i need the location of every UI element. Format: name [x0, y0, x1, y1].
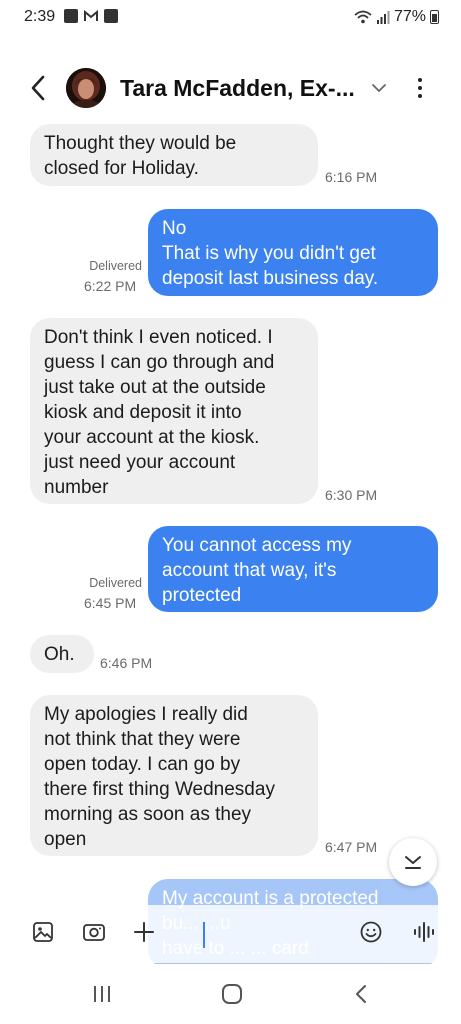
message-incoming[interactable]: Thought they would be closed for Holiday…	[30, 124, 318, 186]
battery-percent: 77%	[393, 8, 426, 25]
message-text: Oh.	[44, 644, 75, 665]
message-time: 6:30 PM	[325, 487, 378, 503]
gallery-button[interactable]	[29, 918, 57, 946]
plus-icon	[134, 922, 154, 942]
message-outgoing[interactable]: You cannot access my account that way, i…	[148, 526, 438, 612]
voice-wave-icon	[414, 922, 434, 942]
chevron-left-icon	[356, 985, 366, 1003]
scroll-down-icon	[405, 856, 421, 869]
chevron-left-icon	[31, 75, 45, 101]
battery-icon	[430, 10, 439, 24]
emoji-button[interactable]	[357, 918, 385, 946]
delivered-status: Delivered	[89, 259, 142, 273]
more-vert-icon	[418, 78, 422, 82]
message-input[interactable]	[188, 915, 364, 949]
scroll-to-bottom-button[interactable]	[389, 838, 437, 886]
status-time: 2:39	[24, 8, 56, 25]
delivered-status: Delivered	[89, 576, 142, 590]
avatar-image	[66, 68, 106, 108]
camera-button[interactable]	[80, 918, 108, 946]
message-time: 6:16 PM	[325, 169, 378, 185]
contact-name[interactable]: Tara McFadden, Ex-...	[120, 75, 355, 102]
chevron-down-icon	[372, 83, 386, 92]
system-status: 77%	[354, 8, 439, 26]
message-time: 6:47 PM	[325, 839, 378, 855]
notification-icons	[64, 9, 118, 23]
voice-button[interactable]	[410, 918, 438, 946]
camera-icon	[83, 924, 105, 941]
photo-notification-icon	[64, 9, 78, 23]
status-bar: 2:39 77%	[0, 0, 461, 34]
message-text: Thought they would be closed for Holiday…	[44, 133, 237, 179]
message-incoming[interactable]: Oh.	[30, 635, 94, 673]
wifi-icon	[354, 10, 372, 24]
message-outgoing[interactable]: No That is why you didn't get deposit la…	[148, 209, 438, 296]
message-text: My apologies I really did not think that…	[44, 704, 275, 850]
message-text: Don't think I even noticed. I guess I ca…	[44, 327, 275, 498]
home-button[interactable]	[217, 981, 247, 1007]
message-text: You cannot access my account that way, i…	[162, 535, 352, 606]
image-icon	[33, 922, 53, 942]
message-time: 6:46 PM	[100, 655, 153, 671]
recents-icon	[94, 986, 110, 1002]
navigation-bar	[0, 964, 461, 1024]
avatar[interactable]	[66, 68, 106, 108]
expand-contact-button[interactable]	[368, 78, 390, 98]
gmail-icon	[84, 9, 98, 23]
message-time: 6:22 PM	[84, 278, 137, 294]
system-back-button[interactable]	[346, 981, 376, 1007]
message-text: No That is why you didn't get deposit la…	[162, 218, 379, 289]
add-attachment-button[interactable]	[130, 918, 158, 946]
signal-icon	[376, 11, 390, 24]
conversation-header: Tara McFadden, Ex-...	[0, 56, 461, 120]
message-time: 6:45 PM	[84, 595, 137, 611]
message-composer	[0, 905, 461, 963]
message-incoming[interactable]: My apologies I really did not think that…	[30, 695, 318, 856]
recent-apps-button[interactable]	[87, 981, 117, 1007]
emoji-icon	[360, 921, 382, 943]
text-cursor	[203, 922, 205, 948]
app-notification-icon	[104, 9, 118, 23]
back-button[interactable]	[24, 72, 52, 104]
message-incoming[interactable]: Don't think I even noticed. I guess I ca…	[30, 318, 318, 504]
more-options-button[interactable]	[409, 72, 431, 104]
home-icon	[222, 984, 242, 1004]
